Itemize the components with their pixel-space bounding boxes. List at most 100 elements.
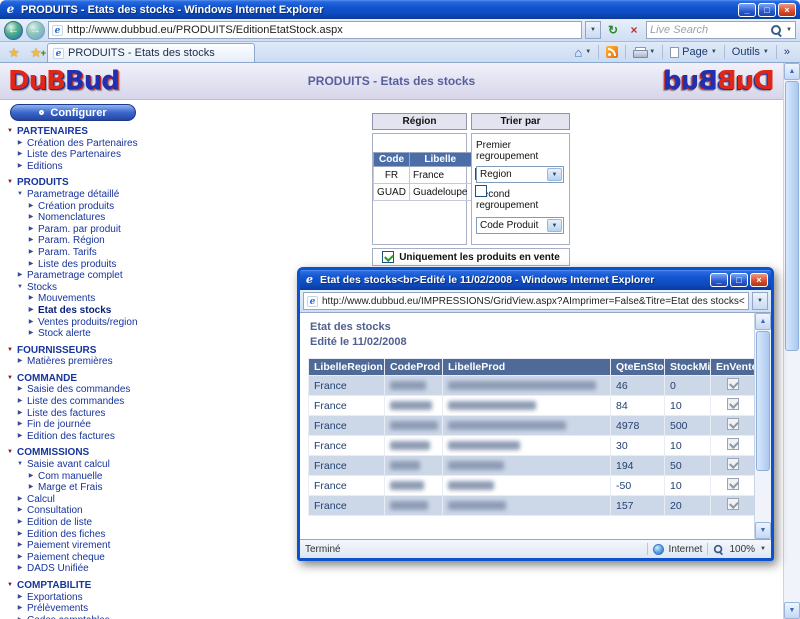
popup-address-field[interactable]: e http://www.dubbud.eu/IMPRESSIONS/GridV… [303, 292, 749, 310]
toolbar-overflow-chevron[interactable]: » [779, 44, 795, 60]
sidebar-item-exportations[interactable]: ▶Exportations [0, 592, 152, 604]
redacted-text [390, 401, 432, 410]
print-menu-button[interactable]: ▼ [628, 45, 660, 60]
add-favorite-icon[interactable]: ★+ [25, 44, 47, 62]
tab-produits[interactable]: e PRODUITS - Etats des stocks [47, 43, 255, 62]
sidebar-item-param-tarifs[interactable]: ▶Param. Tarifs [0, 247, 152, 259]
sidebar-item-saisie-des-commandes[interactable]: ▶Saisie des commandes [0, 384, 152, 396]
sidebar-item-creation-produits[interactable]: ▶Création produits [0, 201, 152, 213]
configure-button[interactable]: Configurer [10, 104, 136, 121]
stop-button[interactable]: × [625, 21, 643, 39]
stock-row: France460 [309, 376, 755, 396]
scroll-down-arrow[interactable]: ▼ [784, 602, 800, 619]
sidebar-section-comptabilite[interactable]: ▼COMPTABILITE [0, 580, 152, 592]
sidebar-section-partenaires[interactable]: ▼PARTENAIRES [0, 126, 152, 138]
region-checkbox[interactable] [475, 185, 487, 197]
sidebar-item-param-par-produit[interactable]: ▶Param. par produit [0, 224, 152, 236]
envente-checkbox [727, 398, 739, 410]
sidebar-item-paiement-cheque[interactable]: ▶Paiement cheque [0, 552, 152, 564]
sidebar-item-param-region[interactable]: ▶Param. Région [0, 235, 152, 247]
sidebar-section-commande[interactable]: ▼COMMANDE [0, 373, 152, 385]
scroll-thumb[interactable] [785, 81, 799, 351]
stock-tbody: France460France8410France4978500France30… [309, 376, 755, 516]
main-scrollbar[interactable]: ▲ ▼ [783, 63, 800, 619]
sidebar-item-calcul[interactable]: ▶Calcul [0, 494, 152, 506]
scroll-up-arrow[interactable]: ▲ [784, 63, 800, 80]
sidebar-item-ventes-produits-region[interactable]: ▶Ventes produits/region [0, 317, 152, 329]
zone-label: Internet [669, 544, 703, 555]
popup-address-dropdown[interactable]: ▼ [752, 292, 768, 310]
sidebar-item-edition-des-fiches[interactable]: ▶Edition des fiches [0, 529, 152, 541]
search-box[interactable]: Live Search ▼ [646, 21, 796, 39]
minimize-button[interactable]: _ [738, 3, 756, 17]
sidebar-item-matieres-premieres[interactable]: ▶Matières premières [0, 356, 152, 368]
zoom-level[interactable]: 100% [729, 544, 755, 555]
sidebar-item-edition-des-factures[interactable]: ▶Edition des factures [0, 431, 152, 443]
popup-close-button[interactable]: × [750, 273, 768, 287]
sidebar-section-fournisseurs[interactable]: ▼FOURNISSEURS [0, 345, 152, 357]
favorites-icon[interactable]: ★ [3, 44, 25, 62]
stock-row: France15720 [309, 496, 755, 516]
sidebar-item-editions[interactable]: ▶Editions [0, 161, 152, 173]
sidebar-item-edition-de-liste[interactable]: ▶Edition de liste [0, 517, 152, 529]
forward-button[interactable]: → [26, 21, 45, 40]
sidebar-item-paiement-virement[interactable]: ▶Paiement virement [0, 540, 152, 552]
sidebar-item-mouvements[interactable]: ▶Mouvements [0, 293, 152, 305]
page-menu-button[interactable]: Page ▼ [665, 44, 722, 60]
sidebar-item-liste-des-produits[interactable]: ▶Liste des produits [0, 259, 152, 271]
back-button[interactable]: ← [4, 21, 23, 40]
cell-qteenstock: 30 [611, 436, 665, 456]
popup-content: Etat des stocks Edité le 11/02/2008 Libe… [300, 313, 771, 539]
sidebar-section-produits[interactable]: ▼PRODUITS [0, 177, 152, 189]
sidebar-item-dads-unifiee[interactable]: ▶DADS Unifiée [0, 563, 152, 575]
second-grouping-select[interactable]: Code Produit ▼ [476, 217, 564, 234]
region-panel: Code Libelle FRFranceGUADGuadeloupe [372, 133, 467, 245]
region-libelle: France [410, 167, 472, 184]
sidebar-item-creation-des-partenaires[interactable]: ▶Création des Partenaires [0, 138, 152, 150]
sidebar-item-com-manuelle[interactable]: ▶Com manuelle [0, 471, 152, 483]
sidebar-item-fin-de-journee[interactable]: ▶Fin de journée [0, 419, 152, 431]
sidebar-item-stocks[interactable]: ▼Stocks [0, 282, 152, 294]
sidebar-item-codes-comptables[interactable]: ▶Codes comptables [0, 615, 152, 619]
scroll-thumb[interactable] [756, 331, 770, 471]
sidebar-item-stock-alerte[interactable]: ▶Stock alerte [0, 328, 152, 340]
chevron-right-icon: ▶ [16, 149, 24, 161]
zoom-dropdown-icon[interactable]: ▼ [760, 546, 766, 552]
sidebar-item-marge-et-frais[interactable]: ▶Marge et Frais [0, 482, 152, 494]
first-grouping-select[interactable]: Region ▼ [476, 166, 564, 183]
home-button[interactable]: ⌂ ▼ [569, 44, 596, 61]
sidebar-item-label: Consultation [27, 505, 83, 517]
maximize-button[interactable]: □ [758, 3, 776, 17]
chevron-right-icon: ▶ [16, 356, 24, 368]
close-button[interactable]: × [778, 3, 796, 17]
chevron-right-icon: ▶ [16, 494, 24, 506]
address-bar[interactable]: e http://www.dubbud.eu/PRODUITS/EditionE… [48, 21, 582, 39]
sidebar-item-label: Edition des factures [27, 431, 115, 443]
refresh-button[interactable]: ↻ [604, 21, 622, 39]
sidebar-item-etat-des-stocks[interactable]: ▶Etat des stocks [0, 305, 152, 317]
sidebar-item-consultation[interactable]: ▶Consultation [0, 505, 152, 517]
search-dropdown-icon[interactable]: ▼ [786, 27, 792, 33]
scroll-down-arrow[interactable]: ▼ [755, 522, 771, 539]
popup-scrollbar[interactable]: ▲ ▼ [754, 313, 771, 539]
sidebar-item-liste-des-partenaires[interactable]: ▶Liste des Partenaires [0, 149, 152, 161]
popup-minimize-button[interactable]: _ [710, 273, 728, 287]
sidebar-item-nomenclatures[interactable]: ▶Nomenclatures [0, 212, 152, 224]
tools-menu-button[interactable]: Outils ▼ [727, 44, 774, 60]
sidebar-item-liste-des-commandes[interactable]: ▶Liste des commandes [0, 396, 152, 408]
address-dropdown[interactable]: ▼ [585, 21, 601, 39]
sidebar-section-commissions[interactable]: ▼COMMISSIONS [0, 447, 152, 459]
ie-icon: e [303, 274, 316, 287]
popup-maximize-button[interactable]: □ [730, 273, 748, 287]
configure-label: Configurer [50, 107, 106, 119]
sidebar-item-parametrage-complet[interactable]: ▶Parametrage complet [0, 270, 152, 282]
sidebar-item-prelevements[interactable]: ▶Prélèvements [0, 603, 152, 615]
page-icon [670, 47, 679, 58]
feeds-button[interactable] [601, 44, 623, 60]
sidebar-item-label: Liste des factures [27, 408, 105, 420]
sidebar-item-parametrage-detaille[interactable]: ▼Parametrage détaillé [0, 189, 152, 201]
sidebar-item-liste-des-factures[interactable]: ▶Liste des factures [0, 408, 152, 420]
sidebar-item-saisie-avant-calcul[interactable]: ▼Saisie avant calcul [0, 459, 152, 471]
only-for-sale-checkbox[interactable] [382, 251, 394, 263]
scroll-up-arrow[interactable]: ▲ [755, 313, 771, 330]
